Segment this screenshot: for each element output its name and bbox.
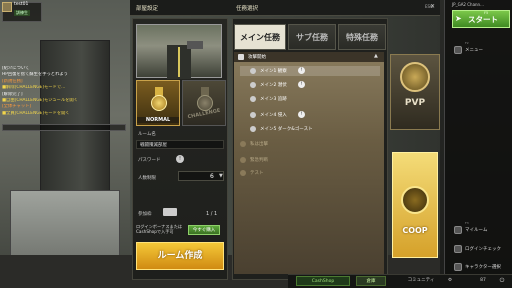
player-limit-select[interactable] [178,171,224,181]
room-name-input[interactable]: 戦闘殲滅部屋 [136,140,224,149]
password-label: パスワード [138,158,161,163]
alert-icon: ! [298,67,305,74]
power-icon[interactable]: ⏻ [496,276,508,286]
mission-dot-icon [250,112,256,118]
player-rank: 訓練生 [14,10,30,16]
warehouse-button[interactable]: 倉庫 [356,276,386,286]
login-check-button[interactable]: ログインチェック [452,243,510,255]
mission-label: メイン1 観察 [260,69,287,74]
chat-log: [紹介について HP回復を捨て蘇生を手っとれよう [新規任務] ■解除[CHAL… [2,66,126,122]
locked-mission-label: 緊急判断 [250,158,268,163]
my-room-icon [454,226,462,234]
lock-icon [240,170,246,176]
login-check-label: ログインチェック [465,247,501,252]
alert-icon: ! [298,111,305,118]
challenge-medal-icon [197,87,213,111]
mission-select-title: 任務選択 [236,6,259,12]
play-icon: ➤ [455,14,462,23]
player-name: test01 [14,2,29,7]
close-icon[interactable]: ✕ [430,3,435,10]
user-icon [454,263,462,271]
menu-hotkey: F2 [465,41,469,45]
normal-medal-icon [151,87,167,111]
tab-special-mission[interactable]: 特殊任務 [338,24,386,50]
tab-main-mission[interactable]: メイン任務 [234,24,286,50]
mode-challenge-button[interactable]: CHALLENGE [182,80,226,126]
cash-shop-button[interactable]: CashShop [296,276,350,286]
locked-mission-label: テスト [250,171,264,176]
mode-normal-button[interactable]: NORMAL [136,80,180,126]
mission-dot-icon [250,96,256,102]
room-settings-title: 部屋設定 [136,6,159,12]
join-slot-count: 1 / 1 [206,211,218,217]
create-room-button[interactable]: ルーム作成 [136,242,224,270]
crossed-guns-icon [400,62,430,92]
mission-dot-icon [250,82,256,88]
panel-header [130,0,440,16]
coop-label: COOP [402,226,428,235]
chevron-up-icon: ▲ [374,53,378,59]
locked-mission-row: 私は出撃 [240,139,380,149]
mission-row[interactable]: メイン5 ダーク&ゴースト [240,124,380,134]
mission-row[interactable]: メイン1 観察 ! [240,66,380,76]
mission-dot-icon [250,68,256,74]
mission-row[interactable]: メイン2 潜伏 ! [240,80,380,90]
mission-row[interactable]: メイン3 追跡 [240,94,380,104]
mission-label: メイン3 追跡 [260,97,287,102]
mission-label: メイン2 潜伏 [260,83,287,88]
locked-mission-row: テスト [240,168,380,178]
mission-row[interactable]: メイン4 侵入 ! [240,110,380,120]
tab-sub-mission[interactable]: サブ任務 [288,24,336,50]
menu-label: メニュー [465,48,483,53]
ticket-icon [163,208,177,216]
folder-icon [238,54,244,60]
lock-icon [240,141,246,147]
password-toggle-icon[interactable]: ! [176,155,184,163]
calendar-icon [454,245,462,253]
player-avatar [2,2,12,12]
points-counter: 87 [480,278,486,283]
coop-emblem-icon [401,186,429,214]
mission-label: メイン4 侵入 [260,113,287,118]
chat-input[interactable] [2,124,126,131]
chat-line: ■全員[CHALLENGE]モードを開く [2,110,70,116]
my-room-hotkey: F3 [465,221,469,225]
community-button[interactable]: コミュニティ [404,276,438,286]
character-select-button[interactable]: キャラクター選択 [452,261,510,273]
player-limit-label: 人数制限 [138,176,156,181]
player-limit-value: 6 [210,173,214,180]
gear-icon[interactable]: ⚙ [445,276,455,286]
lock-icon [240,157,246,163]
menu-button[interactable]: F2 メニュー [452,41,510,56]
mission-dot-icon [250,126,256,132]
buy-now-button[interactable]: 今すぐ購入 [188,225,220,235]
chevron-down-icon: ▼ [219,173,223,179]
mission-label: メイン5 ダーク&ゴースト [260,127,313,132]
locked-mission-row: 緊急判断 [240,155,380,165]
start-label: スタート [468,15,498,24]
my-room-button[interactable]: F3 マイルーム [452,221,510,236]
alert-icon: ! [298,81,305,88]
mode-normal-label: NORMAL [137,117,179,123]
pvp-label: PVP [404,98,426,108]
join-slot-label: 参加枠 [138,212,152,217]
map-thumbnail[interactable] [136,24,222,79]
menu-icon [454,46,462,54]
room-name-label: ルーム名 [138,132,156,137]
character-select-label: キャラクター選択 [465,265,501,270]
channel-label: JP_GA2 Chann... [452,2,484,7]
bonus-info-text: ログインボーナスまたはCashShopで入手可 [136,224,183,234]
mission-group-label: 攻撃開始 [248,55,266,60]
my-room-label: マイルーム [465,228,488,233]
locked-mission-label: 私は出撃 [250,142,268,147]
